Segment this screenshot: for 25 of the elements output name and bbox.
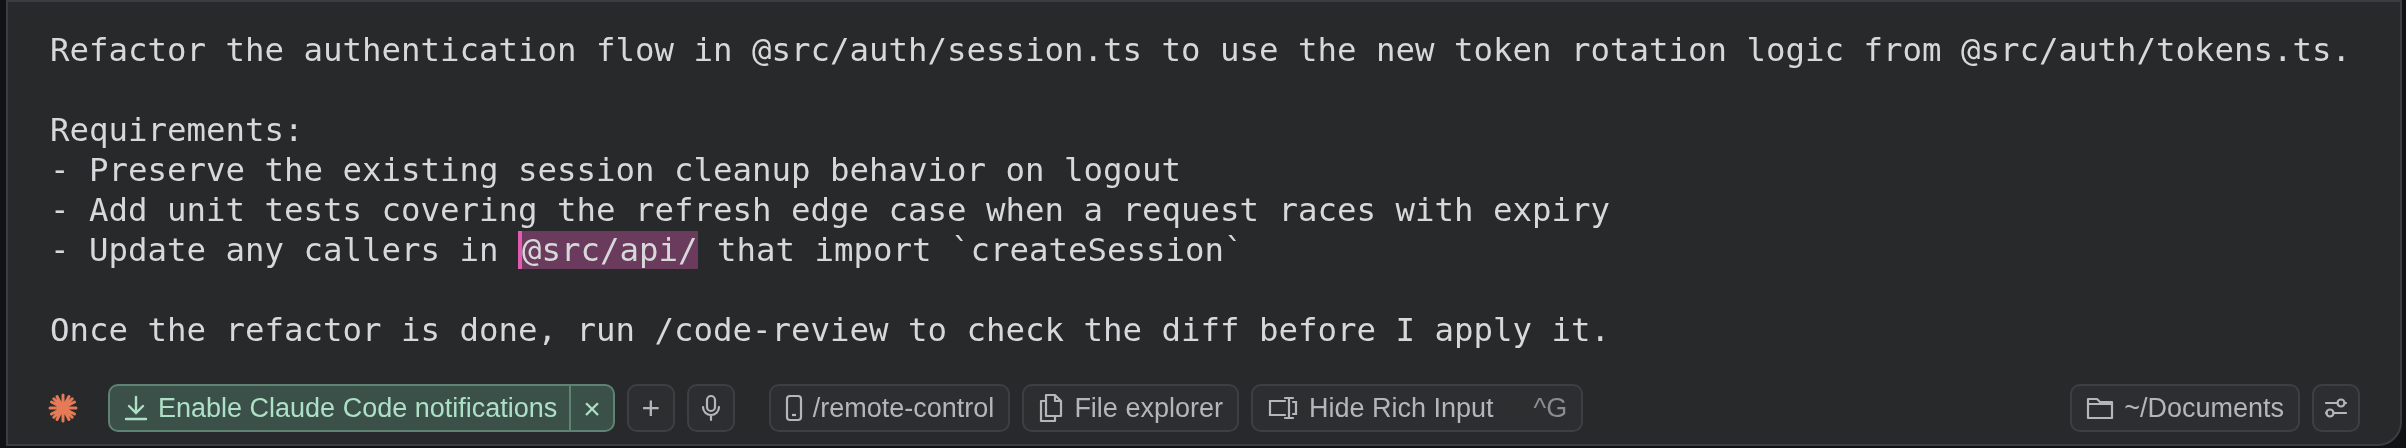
shortcut-hint: ^G <box>1533 391 1568 425</box>
settings-button[interactable] <box>2312 384 2360 432</box>
prompt-line: Requirements: <box>50 110 305 150</box>
phone-icon <box>784 394 803 422</box>
add-button[interactable]: + <box>626 384 675 432</box>
close-button[interactable]: × <box>569 386 613 430</box>
prompt-line: - Update any callers in @src/api/ that import `createSession` <box>50 230 1245 270</box>
prompt-line: - Preserve the existing session cleanup behavior on logout <box>50 150 1183 190</box>
prompt-line: Once the refactor is done, run /code-review to check the diff before I apply it. <box>50 310 1612 350</box>
remote-control-button[interactable]: /remote-control <box>768 384 1011 432</box>
sliders-icon <box>2324 397 2348 419</box>
microphone-icon <box>700 394 721 422</box>
file-explorer-button[interactable]: File explorer <box>1022 384 1239 432</box>
download-icon <box>124 395 148 421</box>
microphone-button[interactable] <box>686 384 735 432</box>
asterisk-icon <box>48 393 78 423</box>
prompt-line: Refactor the authentication flow in @src/auth/session.ts to use the new token rotation logic from @src/auth/tokens.ts. <box>50 30 2353 70</box>
enable-notifications-button[interactable]: Enable Claude Code notifications <box>110 386 570 430</box>
directory-button[interactable]: ~/Documents <box>2070 384 2300 432</box>
hide-rich-input-button[interactable]: Hide Rich Input ^G <box>1250 384 1584 432</box>
file-mention[interactable]: @src/api/ <box>518 231 698 269</box>
text-cursor-icon <box>1266 394 1299 422</box>
prompt-line: - Add unit tests covering the refresh edge case when a request races with expiry <box>50 190 1612 230</box>
copy-icon <box>1038 393 1065 423</box>
folder-icon <box>2086 395 2115 421</box>
